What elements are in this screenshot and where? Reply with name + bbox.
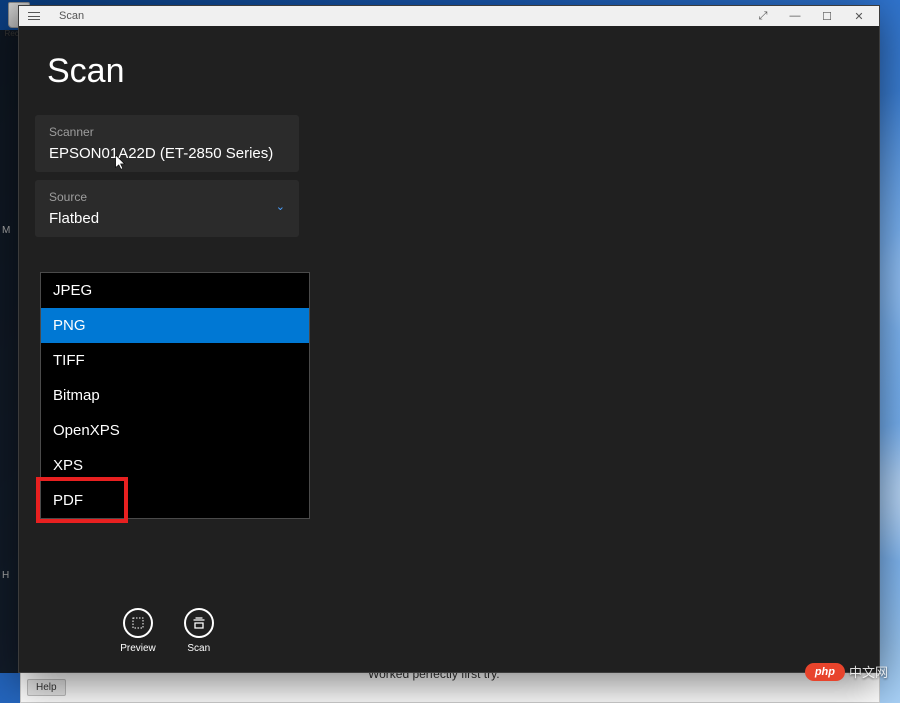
preview-label: Preview [120, 643, 156, 654]
chevron-down-icon: ⌄ [276, 200, 285, 213]
scan-label: Scan [187, 643, 210, 654]
dropdown-item-jpeg[interactable]: JPEG [41, 273, 309, 308]
scan-icon [184, 608, 214, 638]
hamburger-menu-button[interactable] [23, 7, 45, 25]
expand-icon: ⤢ [759, 10, 768, 23]
settings-sidebar: Scan Scanner EPSON01A22D (ET-2850 Series… [19, 26, 315, 672]
dropdown-item-bitmap[interactable]: Bitmap [41, 378, 309, 413]
source-field[interactable]: Source Flatbed ⌄ [35, 180, 299, 237]
close-icon: ✕ [854, 10, 863, 23]
maximize-button[interactable]: ☐ [811, 7, 843, 25]
dropdown-item-png[interactable]: PNG [41, 308, 309, 343]
minimize-icon: — [790, 10, 801, 22]
bg-label-m: M [2, 225, 10, 236]
close-button[interactable]: ✕ [843, 7, 875, 25]
preview-button[interactable]: Preview [120, 608, 156, 654]
scanner-value: EPSON01A22D (ET-2850 Series) [49, 145, 285, 162]
expand-button[interactable]: ⤢ [747, 7, 779, 25]
hamburger-icon [28, 12, 40, 20]
action-buttons: Preview Scan [35, 608, 299, 660]
window-title: Scan [59, 10, 84, 22]
file-type-dropdown: JPEG PNG TIFF Bitmap OpenXPS XPS PDF [40, 272, 310, 519]
scanner-label: Scanner [49, 125, 285, 139]
background-left-strip: M H [0, 30, 20, 673]
scan-app-window: Scan ⤢ — ☐ ✕ Scan Scanner EPSON01A22D (E… [18, 5, 880, 673]
source-value: Flatbed [49, 210, 99, 227]
bg-label-h: H [2, 570, 9, 581]
preview-icon [123, 608, 153, 638]
scan-preview-area [315, 26, 879, 672]
dropdown-item-xps[interactable]: XPS [41, 448, 309, 483]
maximize-icon: ☐ [822, 10, 832, 23]
watermark-text: 中文网 [849, 662, 888, 681]
scanner-field[interactable]: Scanner EPSON01A22D (ET-2850 Series) [35, 115, 299, 172]
titlebar[interactable]: Scan ⤢ — ☐ ✕ [19, 6, 879, 26]
watermark: php 中文网 [805, 662, 888, 681]
dropdown-item-pdf[interactable]: PDF [41, 483, 309, 518]
dropdown-item-tiff[interactable]: TIFF [41, 343, 309, 378]
app-title: Scan [47, 52, 299, 91]
watermark-pill: php [805, 663, 845, 681]
scan-button[interactable]: Scan [184, 608, 214, 654]
source-label: Source [49, 190, 99, 204]
minimize-button[interactable]: — [779, 7, 811, 25]
help-button[interactable]: Help [27, 679, 66, 696]
dropdown-item-openxps[interactable]: OpenXPS [41, 413, 309, 448]
scan-body: Scan Scanner EPSON01A22D (ET-2850 Series… [19, 26, 879, 672]
